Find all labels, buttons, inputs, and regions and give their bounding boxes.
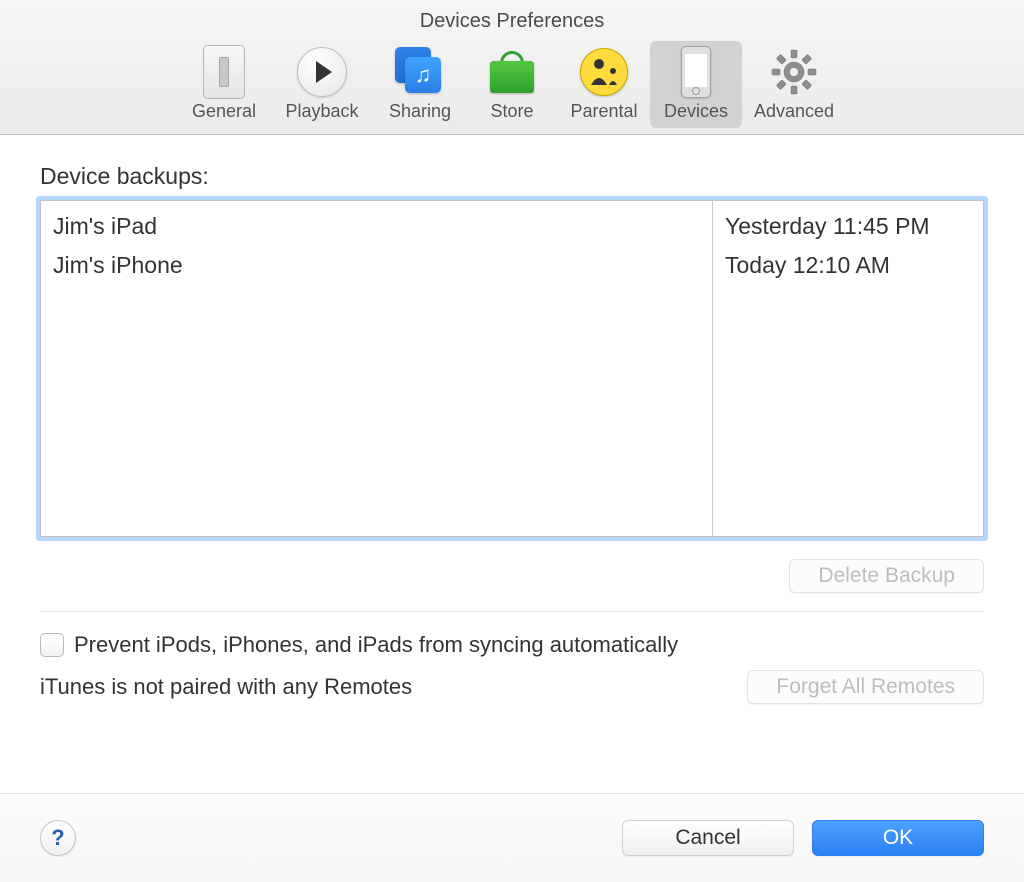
- toolbar-label: Playback: [274, 101, 370, 122]
- remotes-status-text: iTunes is not paired with any Remotes: [40, 674, 412, 700]
- forget-all-remotes-button[interactable]: Forget All Remotes: [747, 670, 984, 704]
- table-cell-time: Yesterday 11:45 PM: [713, 207, 983, 246]
- preferences-window: Devices Preferences General Playback ♫: [0, 0, 1024, 882]
- table-row[interactable]: Jim's iPad: [41, 207, 712, 246]
- iphone-icon: [654, 45, 738, 99]
- toolbar-label: Devices: [654, 101, 738, 122]
- toolbar-item-sharing[interactable]: ♫ ♫ Sharing: [374, 41, 466, 128]
- toolbar-label: General: [182, 101, 266, 122]
- toolbar-label: Parental: [562, 101, 646, 122]
- toolbar: Devices Preferences General Playback ♫: [0, 0, 1024, 135]
- parental-icon: [562, 45, 646, 99]
- device-backups-name-column: Jim's iPad Jim's iPhone: [41, 201, 713, 536]
- toolbar-item-general[interactable]: General: [178, 41, 270, 128]
- device-backups-time-column: Yesterday 11:45 PM Today 12:10 AM: [713, 201, 983, 536]
- window-title: Devices Preferences: [0, 6, 1024, 41]
- shopping-bag-icon: [470, 45, 554, 99]
- table-cell-time: Today 12:10 AM: [713, 246, 983, 285]
- toolbar-item-playback[interactable]: Playback: [270, 41, 374, 128]
- toolbar-label: Sharing: [378, 101, 462, 122]
- toolbar-label: Store: [470, 101, 554, 122]
- dialog-footer: ? Cancel OK: [0, 793, 1024, 882]
- delete-backup-button[interactable]: Delete Backup: [789, 559, 984, 593]
- toolbar-item-parental[interactable]: Parental: [558, 41, 650, 128]
- cancel-button[interactable]: Cancel: [622, 820, 794, 856]
- toolbar-item-advanced[interactable]: Advanced: [742, 41, 846, 128]
- remotes-row: iTunes is not paired with any Remotes Fo…: [40, 670, 984, 704]
- prevent-sync-row: Prevent iPods, iPhones, and iPads from s…: [40, 632, 984, 658]
- help-button[interactable]: ?: [40, 820, 76, 856]
- device-backups-list[interactable]: Jim's iPad Jim's iPhone Yesterday 11:45 …: [40, 200, 984, 537]
- toolbar-item-devices[interactable]: Devices: [650, 41, 742, 128]
- content-area: Device backups: Jim's iPad Jim's iPhone …: [0, 135, 1024, 724]
- gear-icon: [746, 45, 842, 99]
- table-row[interactable]: Jim's iPhone: [41, 246, 712, 285]
- toolbar-items: General Playback ♫ ♫ Sharing: [0, 41, 1024, 128]
- prevent-sync-label: Prevent iPods, iPhones, and iPads from s…: [74, 632, 678, 658]
- toolbar-item-store[interactable]: Store: [466, 41, 558, 128]
- divider: [40, 611, 984, 612]
- device-backups-label: Device backups:: [40, 163, 984, 190]
- music-note-icon: ♫ ♫: [378, 45, 462, 99]
- prevent-sync-checkbox[interactable]: [40, 633, 64, 657]
- ok-button[interactable]: OK: [812, 820, 984, 856]
- switch-icon: [182, 45, 266, 99]
- play-icon: [274, 45, 370, 99]
- toolbar-label: Advanced: [746, 101, 842, 122]
